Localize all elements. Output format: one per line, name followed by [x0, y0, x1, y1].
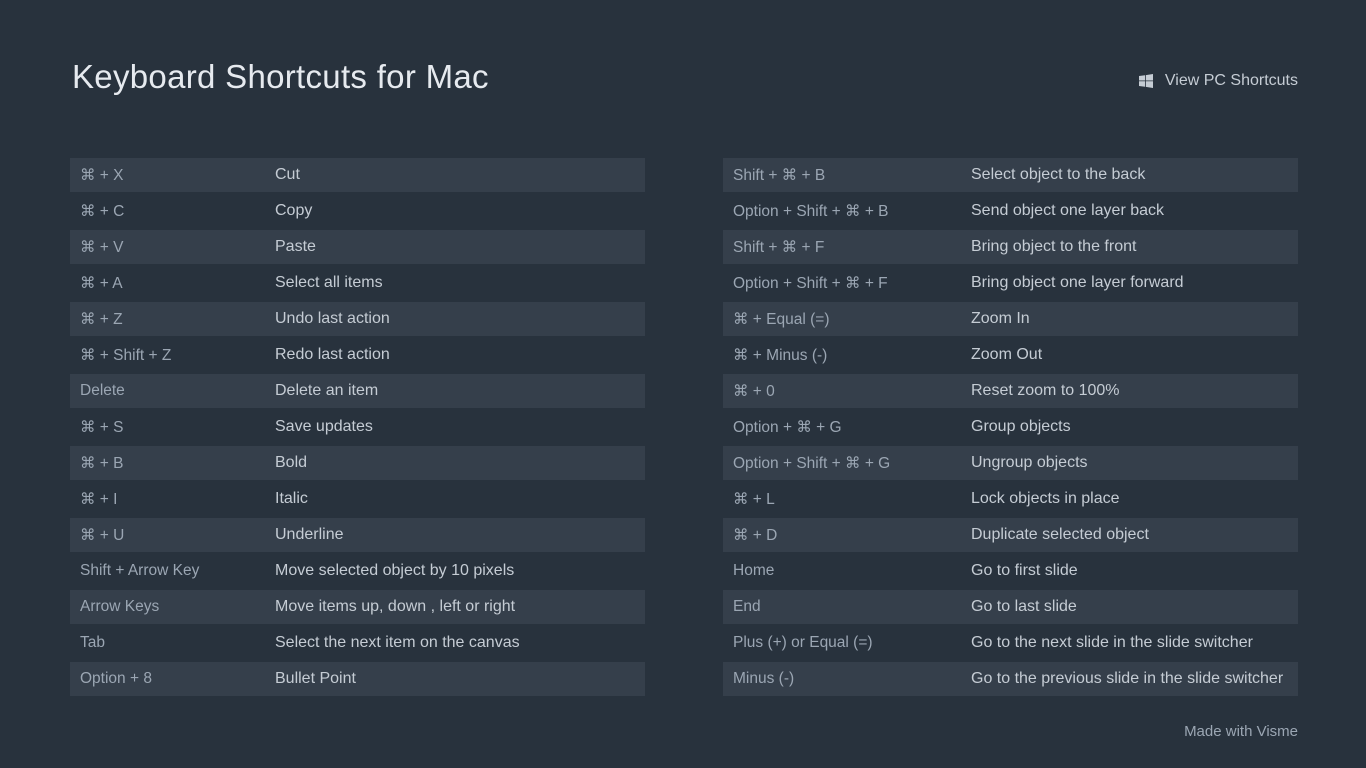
shortcut-row: Arrow KeysMove items up, down , left or … — [70, 590, 645, 624]
shortcut-key: Plus (+) or Equal (=) — [723, 634, 971, 652]
shortcut-row: HomeGo to first slide — [723, 554, 1298, 588]
shortcut-row: ⌘ + ASelect all items — [70, 266, 645, 300]
shortcut-row: Plus (+) or Equal (=)Go to the next slid… — [723, 626, 1298, 660]
shortcut-description: Paste — [275, 238, 645, 256]
shortcuts-columns: ⌘ + XCut⌘ + CCopy⌘ + VPaste⌘ + ASelect a… — [0, 96, 1366, 696]
shortcut-description: Zoom Out — [971, 346, 1298, 364]
shortcut-row: Option + Shift + ⌘ + BSend object one la… — [723, 194, 1298, 228]
shortcut-description: Go to the next slide in the slide switch… — [971, 634, 1298, 652]
shortcut-row: ⌘ + ZUndo last action — [70, 302, 645, 336]
shortcut-description: Italic — [275, 490, 645, 508]
shortcuts-column-right: Shift + ⌘ + BSelect object to the backOp… — [723, 158, 1298, 696]
shortcut-description: Select all items — [275, 274, 645, 292]
shortcut-description: Select object to the back — [971, 166, 1298, 184]
shortcut-row: Option + Shift + ⌘ + GUngroup objects — [723, 446, 1298, 480]
shortcut-key: ⌘ + X — [70, 166, 275, 185]
shortcut-key: Shift + ⌘ + F — [723, 238, 971, 257]
shortcut-row: ⌘ + SSave updates — [70, 410, 645, 444]
shortcut-key: Option + Shift + ⌘ + F — [723, 274, 971, 293]
shortcut-key: Option + Shift + ⌘ + G — [723, 454, 971, 473]
shortcut-description: Group objects — [971, 418, 1298, 436]
shortcut-row: Option + Shift + ⌘ + FBring object one l… — [723, 266, 1298, 300]
footer-credit: Made with Visme — [1184, 723, 1298, 740]
shortcut-description: Ungroup objects — [971, 454, 1298, 472]
shortcut-description: Cut — [275, 166, 645, 184]
windows-icon — [1139, 74, 1153, 88]
shortcut-key: ⌘ + B — [70, 454, 275, 473]
shortcut-key: Option + 8 — [70, 670, 275, 688]
shortcut-key: ⌘ + Minus (-) — [723, 346, 971, 365]
view-pc-shortcuts-link[interactable]: View PC Shortcuts — [1139, 72, 1298, 90]
shortcut-description: Undo last action — [275, 310, 645, 328]
shortcut-row: ⌘ + UUnderline — [70, 518, 645, 552]
shortcut-row: ⌘ + XCut — [70, 158, 645, 192]
shortcut-key: ⌘ + C — [70, 202, 275, 221]
shortcut-key: Tab — [70, 634, 275, 652]
shortcut-row: Shift + Arrow KeyMove selected object by… — [70, 554, 645, 588]
shortcut-row: ⌘ + DDuplicate selected object — [723, 518, 1298, 552]
shortcut-key: ⌘ + Equal (=) — [723, 310, 971, 329]
shortcut-row: ⌘ + Shift + ZRedo last action — [70, 338, 645, 372]
shortcut-row: TabSelect the next item on the canvas — [70, 626, 645, 660]
shortcut-row: ⌘ + BBold — [70, 446, 645, 480]
shortcut-description: Duplicate selected object — [971, 526, 1298, 544]
shortcut-key: Minus (-) — [723, 670, 971, 688]
shortcut-key: ⌘ + I — [70, 490, 275, 509]
shortcut-description: Send object one layer back — [971, 202, 1298, 220]
shortcut-description: Reset zoom to 100% — [971, 382, 1298, 400]
shortcut-description: Go to last slide — [971, 598, 1298, 616]
shortcut-row: Option + 8Bullet Point — [70, 662, 645, 696]
view-pc-shortcuts-label: View PC Shortcuts — [1165, 72, 1298, 90]
shortcut-description: Bring object to the front — [971, 238, 1298, 256]
shortcut-row: Minus (-)Go to the previous slide in the… — [723, 662, 1298, 696]
shortcut-description: Delete an item — [275, 382, 645, 400]
shortcuts-column-left: ⌘ + XCut⌘ + CCopy⌘ + VPaste⌘ + ASelect a… — [70, 158, 645, 696]
shortcut-key: ⌘ + A — [70, 274, 275, 293]
shortcut-key: Option + Shift + ⌘ + B — [723, 202, 971, 221]
shortcut-description: Go to first slide — [971, 562, 1298, 580]
shortcut-key: ⌘ + S — [70, 418, 275, 437]
shortcut-description: Copy — [275, 202, 645, 220]
shortcut-row: Option + ⌘ + GGroup objects — [723, 410, 1298, 444]
shortcut-row: Shift + ⌘ + FBring object to the front — [723, 230, 1298, 264]
shortcut-description: Bring object one layer forward — [971, 274, 1298, 292]
shortcut-description: Select the next item on the canvas — [275, 634, 645, 652]
shortcut-description: Move selected object by 10 pixels — [275, 562, 645, 580]
shortcut-row: ⌘ + LLock objects in place — [723, 482, 1298, 516]
shortcut-description: Zoom In — [971, 310, 1298, 328]
shortcut-row: DeleteDelete an item — [70, 374, 645, 408]
shortcut-key: Delete — [70, 382, 275, 400]
shortcut-row: Shift + ⌘ + BSelect object to the back — [723, 158, 1298, 192]
shortcut-key: ⌘ + Z — [70, 310, 275, 329]
shortcut-row: ⌘ + CCopy — [70, 194, 645, 228]
shortcut-row: EndGo to last slide — [723, 590, 1298, 624]
shortcut-row: ⌘ + Minus (-)Zoom Out — [723, 338, 1298, 372]
shortcut-key: ⌘ + L — [723, 490, 971, 509]
shortcut-key: Option + ⌘ + G — [723, 418, 971, 437]
shortcut-key: Shift + Arrow Key — [70, 562, 275, 580]
shortcut-description: Redo last action — [275, 346, 645, 364]
shortcut-row: ⌘ + Equal (=)Zoom In — [723, 302, 1298, 336]
shortcut-key: Shift + ⌘ + B — [723, 166, 971, 185]
header: Keyboard Shortcuts for Mac View PC Short… — [0, 0, 1366, 96]
shortcut-key: End — [723, 598, 971, 616]
page-title: Keyboard Shortcuts for Mac — [72, 58, 489, 96]
shortcut-key: Arrow Keys — [70, 598, 275, 616]
shortcut-key: ⌘ + Shift + Z — [70, 346, 275, 365]
shortcut-row: ⌘ + 0Reset zoom to 100% — [723, 374, 1298, 408]
shortcut-description: Save updates — [275, 418, 645, 436]
shortcut-description: Bold — [275, 454, 645, 472]
shortcut-key: ⌘ + U — [70, 526, 275, 545]
shortcut-description: Go to the previous slide in the slide sw… — [971, 670, 1298, 688]
shortcut-key: ⌘ + 0 — [723, 382, 971, 401]
shortcut-description: Bullet Point — [275, 670, 645, 688]
shortcut-key: ⌘ + D — [723, 526, 971, 545]
shortcut-key: ⌘ + V — [70, 238, 275, 257]
shortcut-description: Move items up, down , left or right — [275, 598, 645, 616]
shortcut-key: Home — [723, 562, 971, 580]
shortcut-row: ⌘ + VPaste — [70, 230, 645, 264]
shortcut-description: Underline — [275, 526, 645, 544]
shortcut-description: Lock objects in place — [971, 490, 1298, 508]
shortcut-row: ⌘ + IItalic — [70, 482, 645, 516]
